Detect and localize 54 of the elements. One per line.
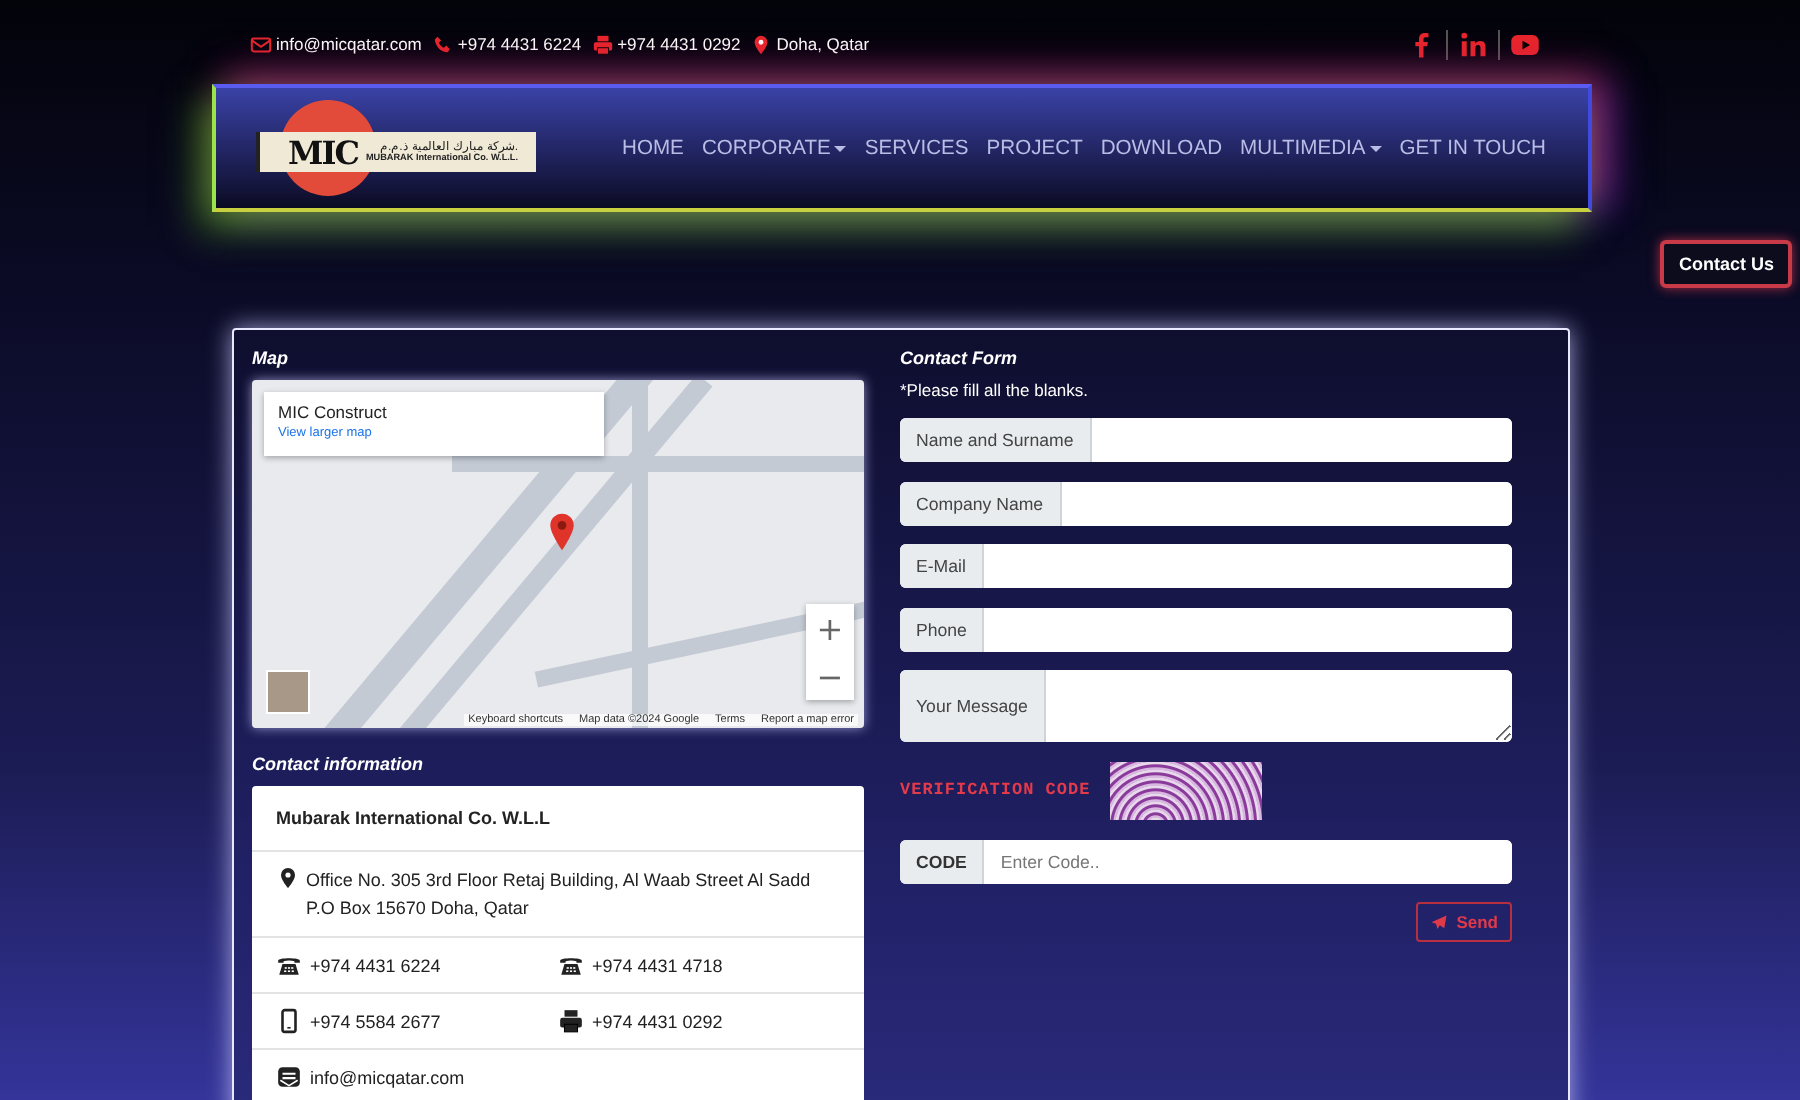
form-field[interactable]: Phone	[900, 607, 1512, 651]
nav-link[interactable]: DOWNLOAD	[1094, 129, 1228, 167]
contact-us-button[interactable]: Contact Us	[1660, 240, 1792, 288]
contact-text: +974 4431 0292	[617, 34, 741, 54]
contact-text: +974 4431 0292	[592, 1011, 723, 1031]
address-text: Office No. 305 3rd Floor Retaj Building, Al Waab Street Al Sadd P.O Box 15670 Doha, Qatar	[306, 868, 813, 922]
form-field[interactable]: E-Mail	[900, 544, 1512, 588]
nav-link[interactable]: CORPORATE	[695, 129, 853, 167]
section-title: Map	[252, 348, 290, 368]
contact-text: info@micqatar.com	[310, 1067, 465, 1087]
youtube-icon	[1510, 29, 1540, 59]
contact-text: +974 4431 6224	[457, 34, 582, 54]
verification-label: VERIFICATION CODE	[900, 780, 1091, 800]
phone-icon	[431, 33, 454, 55]
mobile-phone-icon	[276, 1008, 302, 1034]
section-title: Contact information	[252, 754, 425, 774]
form-field[interactable]: Your Message	[900, 670, 1512, 742]
contact-text: +974 5584 2677	[310, 1011, 441, 1031]
field-label: CODE	[900, 839, 985, 883]
zoom-out-button[interactable]: −	[806, 652, 854, 700]
contact-text: Doha, Qatar	[776, 34, 870, 54]
envelope-icon	[250, 33, 272, 55]
contact-text: info@micqatar.com	[276, 34, 422, 54]
nav-link[interactable]: MULTIMEDIA	[1234, 129, 1388, 167]
field-label: E-Mail	[900, 544, 984, 588]
form-field[interactable]: CODE Enter Code..	[900, 839, 1512, 883]
telephone-icon	[276, 952, 302, 978]
nav-link[interactable]: PROJECT	[980, 129, 1089, 167]
printer-icon	[591, 33, 614, 55]
place-name: MIC Construct	[278, 402, 389, 422]
linkedin-icon	[1458, 29, 1488, 59]
field-label: Your Message	[900, 670, 1046, 742]
paper-plane-icon	[1430, 913, 1449, 931]
company-name: Mubarak International Co. W.L.L	[252, 786, 864, 852]
nav-link[interactable]: HOME	[616, 129, 690, 167]
envelope-icon	[276, 1064, 302, 1090]
printer-icon	[558, 1008, 584, 1034]
form-note: *Please fill all the blanks.	[900, 380, 1091, 400]
nav-link[interactable]: GET IN TOUCH	[1393, 129, 1552, 167]
logo-mark: MIC	[288, 133, 358, 171]
form-field[interactable]: Name and Surname	[900, 418, 1512, 462]
field-label: Name and Surname	[900, 418, 1092, 462]
zoom-in-button[interactable]: +	[806, 604, 854, 652]
form-field[interactable]: Company Name	[900, 481, 1512, 525]
map-pin-icon	[276, 866, 300, 890]
nav-link[interactable]: SERVICES	[858, 129, 975, 167]
field-label: Company Name	[900, 481, 1062, 525]
field-label: Phone	[900, 607, 985, 651]
contact-text: +974 4431 6224	[310, 955, 441, 975]
street-view-thumbnail[interactable]	[266, 670, 310, 714]
section-title: Contact Form	[900, 348, 1019, 368]
map-pin-icon	[750, 33, 773, 55]
contact-text: +974 4431 4718	[592, 955, 723, 975]
telephone-icon	[558, 952, 584, 978]
